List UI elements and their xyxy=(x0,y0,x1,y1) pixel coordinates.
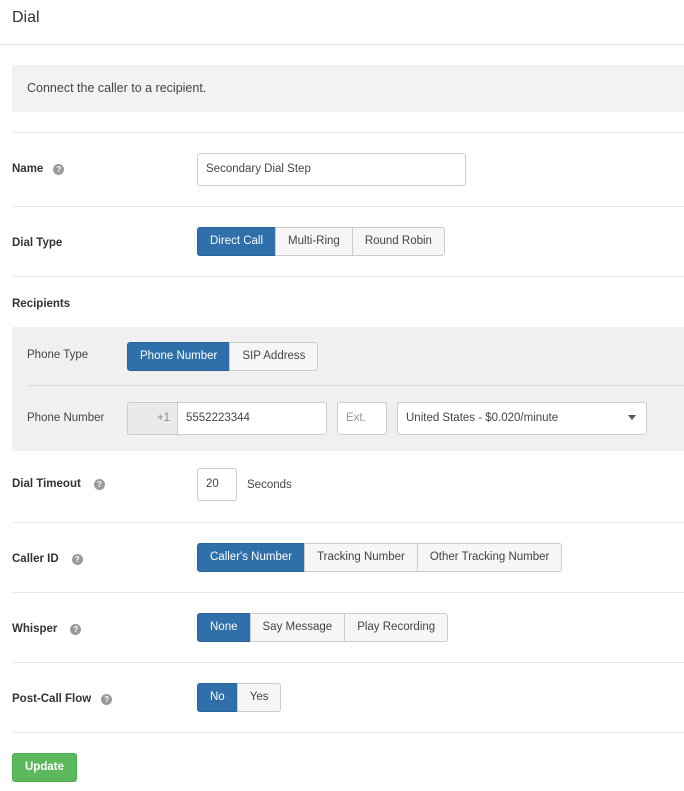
divider xyxy=(12,522,684,523)
caller-id-tracking-number[interactable]: Tracking Number xyxy=(304,543,418,572)
post-call-flow-yes[interactable]: Yes xyxy=(236,683,282,712)
whisper-label: Whisper xyxy=(12,623,58,635)
phone-type-label: Phone Type xyxy=(27,349,89,361)
phone-type-phone-number[interactable]: Phone Number xyxy=(127,342,231,371)
whisper-none[interactable]: None xyxy=(197,613,251,642)
caller-id-label-row: Caller ID? xyxy=(12,553,83,565)
description-panel: Connect the caller to a recipient. xyxy=(12,65,684,112)
description-text: Connect the caller to a recipient. xyxy=(27,81,207,95)
divider xyxy=(12,662,684,663)
post-call-flow-label-row: Post-Call Flow? xyxy=(12,693,113,705)
rate-select[interactable]: United States - $0.020/minute xyxy=(397,402,647,435)
rate-select-value: United States - $0.020/minute xyxy=(406,412,559,424)
caller-id-label: Caller ID xyxy=(12,553,59,565)
dial-type-direct-call[interactable]: Direct Call xyxy=(197,227,277,256)
help-icon[interactable]: ? xyxy=(93,479,105,490)
help-icon[interactable]: ? xyxy=(101,694,113,705)
phone-number-label: Phone Number xyxy=(27,412,105,424)
divider xyxy=(12,206,684,207)
help-icon[interactable]: ? xyxy=(71,554,83,565)
country-code: +1 xyxy=(127,402,179,435)
dial-type-multi-ring[interactable]: Multi-Ring xyxy=(275,227,353,256)
whisper-play-recording[interactable]: Play Recording xyxy=(344,613,449,642)
divider xyxy=(27,385,684,386)
divider xyxy=(12,592,684,593)
divider xyxy=(12,276,684,277)
divider xyxy=(12,732,684,733)
page-title: Dial xyxy=(12,9,40,26)
seconds-label: Seconds xyxy=(247,479,292,491)
dialog-header: Dial xyxy=(0,0,684,45)
post-call-flow-label: Post-Call Flow xyxy=(12,693,92,705)
name-label-row: Name? xyxy=(12,163,65,175)
extension-input[interactable]: Ext. xyxy=(337,402,387,435)
help-icon[interactable]: ? xyxy=(53,164,65,175)
caller-id-other-tracking-number[interactable]: Other Tracking Number xyxy=(416,543,563,572)
dial-timeout-label: Dial Timeout xyxy=(12,478,81,490)
dial-type-group: Direct Call Multi-Ring Round Robin xyxy=(197,227,445,256)
dial-timeout-label-row: Dial Timeout? xyxy=(12,478,105,490)
caller-id-group: Caller's Number Tracking Number Other Tr… xyxy=(197,543,563,572)
phone-type-group: Phone Number SIP Address xyxy=(127,342,319,371)
caller-id-callers-number[interactable]: Caller's Number xyxy=(197,543,306,572)
help-icon[interactable]: ? xyxy=(70,624,82,635)
post-call-flow-group: No Yes xyxy=(197,683,282,712)
caret-down-icon xyxy=(628,415,636,420)
divider xyxy=(12,132,684,133)
phone-number-input[interactable]: 5552223344 xyxy=(177,402,327,435)
dial-type-label: Dial Type xyxy=(12,237,63,249)
dial-timeout-input[interactable]: 20 xyxy=(197,468,237,501)
phone-type-sip-address[interactable]: SIP Address xyxy=(229,342,319,371)
whisper-label-row: Whisper? xyxy=(12,623,82,635)
whisper-group: None Say Message Play Recording xyxy=(197,613,449,642)
whisper-say-message[interactable]: Say Message xyxy=(249,613,346,642)
name-label: Name xyxy=(12,163,44,175)
update-button[interactable]: Update xyxy=(12,753,77,782)
name-input[interactable]: Secondary Dial Step xyxy=(197,153,466,186)
recipients-label: Recipients xyxy=(12,298,71,310)
post-call-flow-no[interactable]: No xyxy=(197,683,238,712)
dial-type-round-robin[interactable]: Round Robin xyxy=(351,227,445,256)
recipients-panel: Phone Type Phone Number SIP Address Phon… xyxy=(12,327,684,451)
